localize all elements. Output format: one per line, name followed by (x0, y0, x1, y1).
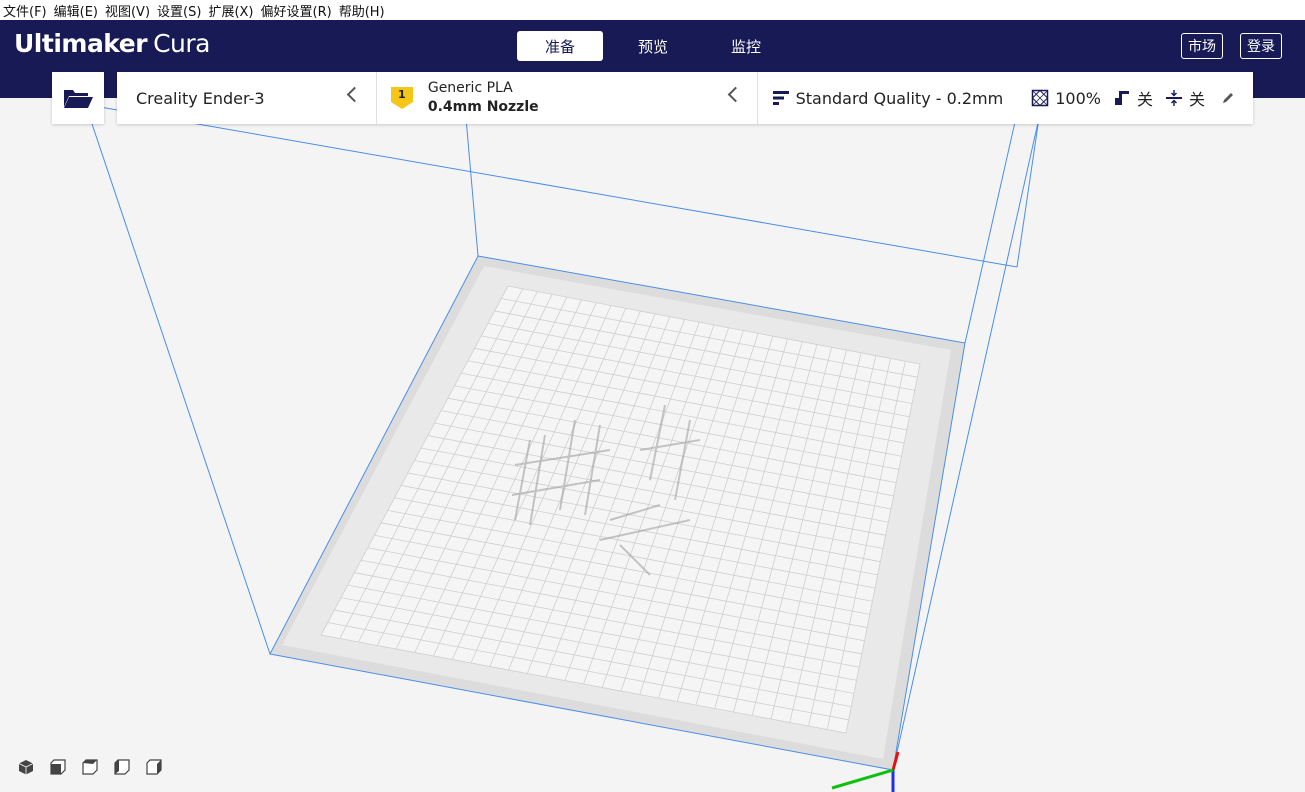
printer-selector[interactable]: Creality Ender-3 (117, 72, 377, 124)
custom-settings-edit[interactable] (1221, 91, 1241, 105)
material-name: Generic PLA (427, 80, 513, 96)
material-selector[interactable]: 1 Generic PLA 0.4mm Nozzle (377, 72, 758, 124)
menu-edit[interactable]: 编辑(E) (51, 1, 102, 20)
logo-brand: Ultimaker (14, 29, 148, 58)
support-value: 关 (1136, 90, 1153, 109)
adhesion-icon (1165, 89, 1183, 107)
app-logo: Ultimaker Cura (14, 29, 210, 58)
print-setup-bar: Creality Ender-3 1 Generic PLA 0.4mm Noz… (117, 72, 1253, 124)
quality-bars-icon (772, 89, 790, 107)
material-info: Generic PLA 0.4mm Nozzle (428, 79, 539, 117)
open-file-button[interactable] (52, 72, 104, 124)
extruder-index: 1 (398, 88, 406, 101)
pencil-icon (1221, 91, 1235, 105)
menu-view[interactable]: 视图(V) (102, 1, 154, 20)
folder-open-icon (64, 90, 93, 108)
nozzle-size: 0.4mm Nozzle (427, 99, 539, 115)
axis-y-line (831, 768, 894, 790)
tab-monitor[interactable]: 监控 (703, 31, 789, 61)
extruder-badge-icon: 1 (390, 86, 414, 110)
marketplace-button[interactable]: 市场 (1181, 33, 1223, 59)
support-icon (1113, 89, 1131, 107)
view-orientation-controls (17, 758, 177, 776)
login-button[interactable]: 登录 (1240, 33, 1282, 59)
chevron-left-icon (346, 86, 363, 103)
stage-tabs: 准备 预览 监控 (517, 31, 796, 61)
adhesion-setting: 关 (1165, 86, 1205, 110)
menu-help[interactable]: 帮助(H) (336, 1, 389, 20)
menu-bar: 文件(F) 编辑(E) 视图(V) 设置(S) 扩展(X) 偏好设置(R) 帮助… (0, 0, 1305, 20)
menu-file[interactable]: 文件(F) (0, 1, 51, 20)
quality-label: Standard Quality - 0.2mm (795, 88, 1004, 108)
view-top-icon[interactable] (81, 758, 99, 776)
support-setting: 关 (1113, 86, 1153, 110)
view-left-icon[interactable] (113, 758, 131, 776)
tab-prepare[interactable]: 准备 (517, 31, 603, 61)
quality-setting: Standard Quality - 0.2mm (772, 88, 1004, 108)
chevron-left-icon (727, 86, 743, 103)
logo-product: Cura (153, 29, 210, 58)
adhesion-value: 关 (1188, 90, 1205, 109)
infill-icon (1031, 89, 1049, 107)
build-plate-viewport[interactable] (0, 98, 1305, 792)
printer-name: Creality Ender-3 (136, 88, 265, 108)
menu-settings[interactable]: 设置(S) (154, 1, 205, 20)
infill-value: 100% (1055, 88, 1101, 108)
menu-preferences[interactable]: 偏好设置(R) (258, 1, 336, 20)
tab-preview[interactable]: 预览 (610, 31, 696, 61)
print-settings-selector[interactable]: Standard Quality - 0.2mm 100% 关 关 (758, 72, 1253, 124)
view-right-icon[interactable] (145, 758, 163, 776)
view-3d-icon[interactable] (17, 758, 35, 776)
view-front-icon[interactable] (49, 758, 67, 776)
infill-setting: 100% (1031, 89, 1101, 108)
menu-extensions[interactable]: 扩展(X) (205, 1, 257, 20)
